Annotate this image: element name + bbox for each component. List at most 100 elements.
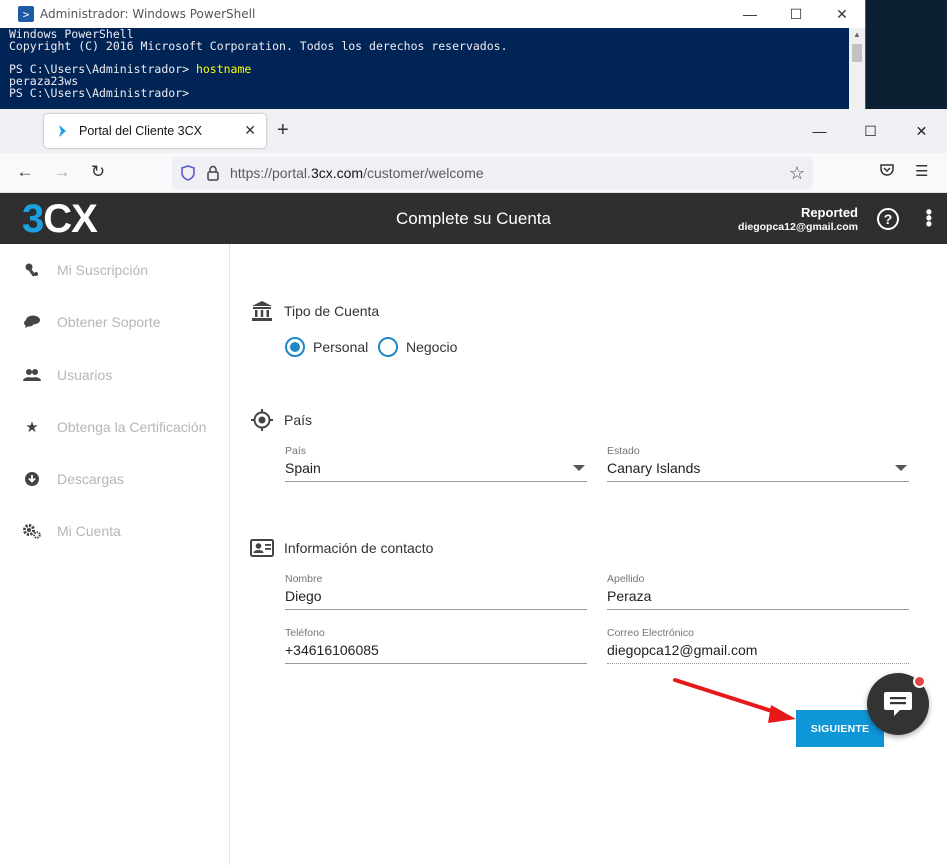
url-text[interactable]: https://portal.3cx.com/customer/welcome [230,165,484,181]
help-icon[interactable]: ? [877,208,899,230]
powershell-window: > Administrador: Windows PowerShell — ☐ … [0,0,866,109]
field-value: Peraza [607,588,652,604]
contact-card-icon [250,536,274,560]
sidebar-item-users[interactable]: Usuarios [22,363,112,387]
pocket-icon[interactable] [879,162,895,182]
powershell-titlebar[interactable]: > Administrador: Windows PowerShell — ☐ … [0,0,865,28]
users-icon [22,368,42,382]
field-value: Spain [285,460,321,476]
dropdown-caret-icon[interactable] [573,465,585,471]
sidebar-item-label: Obtenga la Certificación [57,419,207,435]
sidebar-item-label: Mi Cuenta [57,523,121,539]
radio-unselected-icon[interactable] [378,337,398,357]
section-contact: Información de contacto [250,536,433,560]
star-icon: ★ [25,419,39,436]
dropdown-caret-icon[interactable] [895,465,907,471]
3cx-page: 3CX Complete su Cuenta Reported diegopca… [0,193,947,865]
console-line: Copyright (C) 2016 Microsoft Corporation… [9,38,508,53]
sidebar-item-certification[interactable]: ★ Obtenga la Certificación [22,415,206,439]
key-icon [22,262,42,278]
app-header: 3CX Complete su Cuenta Reported diegopca… [0,193,947,244]
maximize-button[interactable]: ☐ [773,0,819,28]
radio-label: Negocio [406,339,458,355]
tab-strip: Portal del Cliente 3CX ✕ + — ☐ ✕ [0,109,947,153]
user-status: Reported [800,205,858,220]
forward-arrow-icon[interactable]: → [51,162,73,182]
address-bar[interactable]: https://portal.3cx.com/customer/welcome … [172,157,813,189]
new-tab-button[interactable]: + [277,119,289,142]
browser-minimize-button[interactable]: — [794,109,845,153]
section-account-type: Tipo de Cuenta [250,299,379,323]
3cx-favicon-icon [56,124,70,138]
notification-dot [913,675,926,688]
state-select[interactable]: Estado Canary Islands [607,445,909,482]
bookmark-star-icon[interactable]: ☆ [789,163,805,184]
phone-field[interactable]: Teléfono +34616106085 [285,627,587,664]
country-select[interactable]: País Spain [285,445,587,482]
field-value: Canary Islands [607,460,701,476]
sidebar: Mi Suscripción Obtener Soporte Usuarios … [0,244,230,865]
download-icon [22,471,42,487]
section-heading: País [284,412,313,428]
sidebar-item-support[interactable]: Obtener Soporte [22,310,161,334]
sidebar-item-label: Usuarios [57,367,113,383]
lock-icon[interactable] [206,165,220,181]
navigation-bar: ← → ↻ https://portal.3cx.com/customer/we… [0,153,947,193]
back-arrow-icon[interactable]: ← [14,162,36,182]
sidebar-item-label: Obtener Soporte [57,314,161,330]
bank-icon [250,299,274,323]
minimize-button[interactable]: — [727,0,773,28]
field-label: Estado [607,445,640,457]
desktop-background [866,0,947,109]
user-info[interactable]: Reported diegopca12@gmail.com [738,205,858,233]
main-content: Tipo de Cuenta Personal Negocio País Paí… [231,244,947,865]
browser-close-button[interactable]: ✕ [896,109,947,153]
tab-title: Portal del Cliente 3CX [79,124,202,138]
sidebar-item-downloads[interactable]: Descargas [22,467,124,491]
scroll-up-icon[interactable]: ▲ [849,30,865,39]
section-heading: Información de contacto [284,540,434,556]
field-label: Correo Electrónico [607,627,694,639]
console-line: PS C:\Users\Administrador> hostname [9,62,252,77]
radio-label: Personal [313,339,369,355]
section-heading: Tipo de Cuenta [284,303,380,319]
console-command: hostname [195,62,252,77]
sidebar-item-account[interactable]: Mi Cuenta [22,519,121,543]
chat-bubble-icon [884,692,912,716]
last-name-field[interactable]: Apellido Peraza [607,573,909,610]
menu-hamburger-icon[interactable]: ☰ [915,162,928,180]
chat-icon [22,315,42,329]
more-options-icon[interactable]: • • • [926,203,932,233]
field-value: Diego [285,588,322,604]
email-field[interactable]: Correo Electrónico diegopca12@gmail.com [607,627,909,664]
sidebar-item-subscription[interactable]: Mi Suscripción [22,258,148,282]
browser-maximize-button[interactable]: ☐ [845,109,896,153]
tracking-shield-icon[interactable] [180,165,196,181]
field-label: Apellido [607,573,645,585]
reload-icon[interactable]: ↻ [87,162,109,182]
user-email: diegopca12@gmail.com [738,221,858,233]
scroll-thumb[interactable] [852,44,862,62]
field-label: País [285,445,307,457]
radio-personal[interactable]: Personal [285,337,368,357]
radio-selected-icon[interactable] [285,337,305,357]
console-line: PS C:\Users\Administrador> [9,85,190,100]
gears-icon [22,523,42,539]
browser-window: Portal del Cliente 3CX ✕ + — ☐ ✕ ← → ↻ h… [0,109,947,865]
close-button[interactable]: ✕ [819,0,865,28]
powershell-console[interactable]: Windows PowerShell Copyright (C) 2016 Mic… [0,28,865,109]
sidebar-item-label: Mi Suscripción [57,262,149,278]
radio-business[interactable]: Negocio [378,337,457,357]
first-name-field[interactable]: Nombre Diego [285,573,587,610]
section-country: País [250,408,312,432]
tab-close-icon[interactable]: ✕ [244,122,256,139]
field-label: Nombre [285,573,323,585]
powershell-scrollbar[interactable]: ▲ [849,28,865,109]
location-target-icon [250,408,274,432]
tab-portal[interactable]: Portal del Cliente 3CX ✕ [44,114,266,148]
field-value: +34616106085 [285,642,379,658]
field-label: Teléfono [285,627,325,639]
powershell-icon: > [18,6,34,22]
powershell-title: Administrador: Windows PowerShell [40,7,256,21]
sidebar-item-label: Descargas [57,471,124,487]
